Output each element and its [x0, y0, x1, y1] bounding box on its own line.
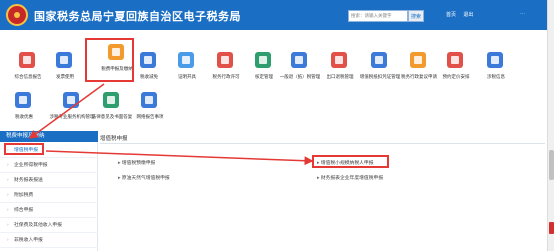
- highlight-report-box: [312, 155, 389, 168]
- service-icon: [371, 52, 387, 68]
- service-icon: [56, 52, 72, 68]
- sidebar-item[interactable]: 附加税费: [0, 189, 98, 203]
- report-link[interactable]: 财务报表企业年度增值税申报: [317, 174, 383, 181]
- report-link[interactable]: 原油天然气增值税申报: [118, 174, 170, 181]
- report-link[interactable]: 增值税预缴申报: [118, 159, 156, 166]
- section-title: 增值税申报: [100, 136, 128, 142]
- highlight-service-box: [85, 38, 134, 82]
- service-icon: [331, 52, 347, 68]
- service-tile[interactable]: 网络报告事项: [126, 92, 174, 134]
- service-icon: [217, 52, 233, 68]
- service-icon: [15, 92, 31, 108]
- highlight-sidebar-box: [4, 143, 44, 155]
- search-button[interactable]: 搜索: [408, 10, 424, 22]
- service-label: 发票使用: [56, 74, 74, 79]
- section-divider: [100, 143, 545, 144]
- service-label: 税收优惠: [15, 114, 33, 119]
- sidebar-item[interactable]: 企业所得税申报: [0, 159, 98, 173]
- service-icon: [141, 92, 157, 108]
- scroll-thumb[interactable]: [549, 150, 554, 180]
- service-icon: [19, 52, 35, 68]
- sidebar-item[interactable]: 社保费及其他收入申报: [0, 219, 98, 233]
- logout-link[interactable]: 退出: [463, 12, 473, 18]
- sidebar-title: 税费申报及缴纳: [0, 131, 98, 142]
- service-tile[interactable]: 税收优惠: [0, 92, 48, 134]
- sidebar-item[interactable]: 综合申报: [0, 204, 98, 218]
- site-header: 国家税务总局宁夏回族自治区电子税务局 搜索：请输入关键字 搜索 首页 退出 ⋯: [0, 0, 547, 30]
- service-icon: [487, 52, 503, 68]
- service-icon: [410, 52, 426, 68]
- top-links: 首页 退出: [446, 11, 479, 18]
- sidebar-item[interactable]: 财务报表报送: [0, 174, 98, 188]
- service-icon: [103, 92, 119, 108]
- service-icon: [140, 52, 156, 68]
- more-icon[interactable]: ⋯: [520, 11, 525, 17]
- service-tile[interactable]: 涉税信息: [472, 52, 520, 94]
- service-icon: [447, 52, 463, 68]
- tax-bureau-logo: [6, 4, 28, 26]
- service-icon: [178, 52, 194, 68]
- service-icon: [291, 52, 307, 68]
- service-icon: [255, 52, 271, 68]
- service-tile[interactable]: 发票使用: [41, 52, 89, 94]
- site-title: 国家税务总局宁夏回族自治区电子税务局: [34, 10, 241, 23]
- service-label: 网络报告事项: [136, 114, 164, 119]
- scroll-marker: [549, 222, 554, 234]
- sidebar-item[interactable]: 非税收入申报: [0, 234, 98, 248]
- service-icon: [63, 92, 79, 108]
- vertical-scrollbar[interactable]: [547, 0, 554, 251]
- search-input[interactable]: 搜索：请输入关键字: [348, 10, 408, 22]
- home-link[interactable]: 首页: [446, 12, 456, 18]
- service-label: 涉税信息: [487, 74, 505, 79]
